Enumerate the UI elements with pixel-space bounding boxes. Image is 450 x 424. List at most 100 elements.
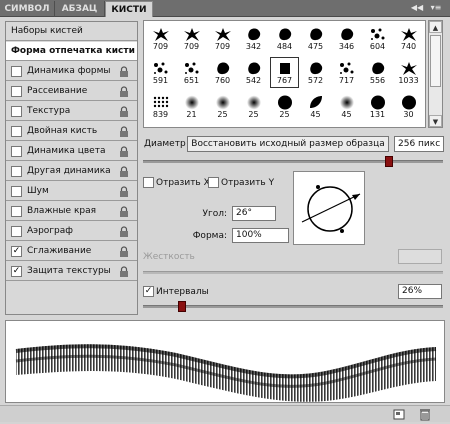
spacing-field[interactable]: 26% [398, 284, 442, 299]
spacing-slider-handle[interactable] [178, 301, 187, 312]
lock-icon[interactable] [119, 166, 129, 177]
brush-tip[interactable]: 740 [395, 24, 422, 53]
brush-tip[interactable]: 475 [302, 24, 329, 53]
brush-tip[interactable]: 556 [364, 58, 391, 87]
brush-tip[interactable]: 767 [270, 57, 299, 88]
settings-item-checkbox[interactable] [11, 86, 22, 97]
lock-icon[interactable] [119, 246, 129, 257]
settings-item[interactable]: Динамика цвета [6, 142, 137, 161]
trash-icon[interactable] [418, 408, 432, 421]
settings-item-checkbox[interactable] [11, 206, 22, 217]
brush-tip[interactable]: 25 [271, 92, 298, 121]
brush-size-label: 604 [369, 42, 386, 51]
diameter-slider-handle[interactable] [385, 156, 394, 167]
brush-tip[interactable]: 760 [209, 58, 236, 87]
brush-tip[interactable]: 839 [147, 92, 174, 121]
spacing-checkbox[interactable]: ✓ Интервалы [143, 285, 209, 299]
settings-item-checkbox[interactable]: ✓ [11, 266, 22, 277]
settings-item[interactable]: Рассеивание [6, 82, 137, 101]
collapse-icon[interactable]: ◀◀ [410, 2, 424, 14]
settings-item[interactable]: Наборы кистей [6, 22, 137, 41]
spacing-box[interactable]: ✓ [143, 286, 154, 297]
brush-tip[interactable]: 45 [302, 92, 329, 121]
angle-roundness-preview[interactable] [293, 171, 365, 245]
flip-x-checkbox[interactable]: Отразить X [143, 176, 210, 190]
brush-tip[interactable]: 25 [240, 92, 267, 121]
tab-brushes[interactable]: КИСТИ [105, 1, 153, 17]
settings-item-label: Форма отпечатка кисти [11, 46, 135, 56]
tab-paragraph[interactable]: АБЗАЦ [55, 1, 105, 17]
brush-tip[interactable]: 1033 [395, 58, 422, 87]
lock-icon[interactable] [119, 226, 129, 237]
settings-item[interactable]: Текстура [6, 102, 137, 121]
brush-tip[interactable]: 131 [364, 92, 391, 121]
brush-tip[interactable]: 30 [395, 92, 422, 121]
scroll-thumb[interactable] [430, 35, 441, 87]
brush-tip[interactable]: 717 [333, 58, 360, 87]
flip-y-checkbox[interactable]: Отразить Y [208, 176, 274, 190]
brush-tip[interactable]: 651 [178, 58, 205, 87]
settings-item-checkbox[interactable] [11, 166, 22, 177]
lock-icon[interactable] [119, 86, 129, 97]
roundness-field[interactable]: 100% [232, 228, 289, 243]
blob-brush-icon [212, 60, 233, 77]
lock-icon[interactable] [119, 186, 129, 197]
brush-tip[interactable]: 572 [302, 58, 329, 87]
brush-tip[interactable]: 709 [178, 24, 205, 53]
diameter-field[interactable]: 256 пикс [394, 136, 444, 152]
flip-x-box[interactable] [143, 177, 154, 188]
settings-item[interactable]: ✓ Защита текстуры [6, 262, 137, 281]
settings-item-checkbox[interactable] [11, 106, 22, 117]
angle-field[interactable]: 26° [232, 206, 276, 221]
reset-sample-size-button[interactable]: Восстановить исходный размер образца [187, 136, 389, 152]
brush-tip[interactable]: 21 [178, 92, 205, 121]
blob-brush-icon [243, 60, 264, 77]
settings-item[interactable]: Шум [6, 182, 137, 201]
lock-icon[interactable] [119, 106, 129, 117]
brush-tip[interactable]: 342 [240, 24, 267, 53]
lock-icon[interactable] [119, 126, 129, 137]
settings-item[interactable]: ✓ Сглаживание [6, 242, 137, 261]
settings-item-checkbox[interactable] [11, 186, 22, 197]
soft-round-brush-icon [212, 94, 233, 111]
lock-icon[interactable] [119, 66, 129, 77]
brush-tip[interactable]: 591 [147, 58, 174, 87]
lock-icon[interactable] [119, 206, 129, 217]
spacing-slider[interactable] [143, 305, 443, 308]
tab-character[interactable]: СИМВОЛ [0, 1, 55, 17]
scroll-up-icon[interactable]: ▲ [429, 21, 442, 33]
settings-item-checkbox[interactable] [11, 66, 22, 77]
lock-icon[interactable] [119, 146, 129, 157]
settings-item[interactable]: Двойная кисть [6, 122, 137, 141]
brush-tip[interactable]: 709 [209, 24, 236, 53]
brush-grid-scrollbar[interactable]: ▲ ▼ [428, 20, 443, 128]
brush-size-label: 346 [338, 42, 355, 51]
new-preset-icon[interactable] [392, 408, 406, 421]
brush-tip[interactable]: 346 [333, 24, 360, 53]
lock-icon[interactable] [119, 266, 129, 277]
angle-label: Угол: [202, 209, 227, 219]
brush-angle-icon[interactable] [294, 172, 366, 246]
settings-item[interactable]: Динамика формы [6, 62, 137, 81]
brush-size-label: 475 [307, 42, 324, 51]
brush-tip[interactable]: 25 [209, 92, 236, 121]
settings-item[interactable]: Аэрограф [6, 222, 137, 241]
brush-tip[interactable]: 542 [240, 58, 267, 87]
brush-tip[interactable]: 604 [364, 24, 391, 53]
brush-tip[interactable]: 45 [333, 92, 360, 121]
settings-item-checkbox[interactable] [11, 126, 22, 137]
flip-y-box[interactable] [208, 177, 219, 188]
settings-item-checkbox[interactable] [11, 226, 22, 237]
diameter-slider[interactable] [143, 160, 443, 163]
settings-item[interactable]: Влажные края [6, 202, 137, 221]
settings-item[interactable]: Другая динамика [6, 162, 137, 181]
brush-tip[interactable]: 484 [271, 24, 298, 53]
brush-tip[interactable]: 709 [147, 24, 174, 53]
brushes-panel: СИМВОЛ АБЗАЦ КИСТИ ◀◀ ▾≡ Наборы кистей Фо… [0, 0, 450, 422]
settings-item-checkbox[interactable]: ✓ [11, 246, 22, 257]
scroll-down-icon[interactable]: ▼ [429, 115, 442, 127]
settings-item-checkbox[interactable] [11, 146, 22, 157]
settings-item[interactable]: Форма отпечатка кисти [6, 42, 137, 61]
brush-size-label: 30 [403, 110, 414, 119]
panel-menu-icon[interactable]: ▾≡ [428, 2, 444, 14]
